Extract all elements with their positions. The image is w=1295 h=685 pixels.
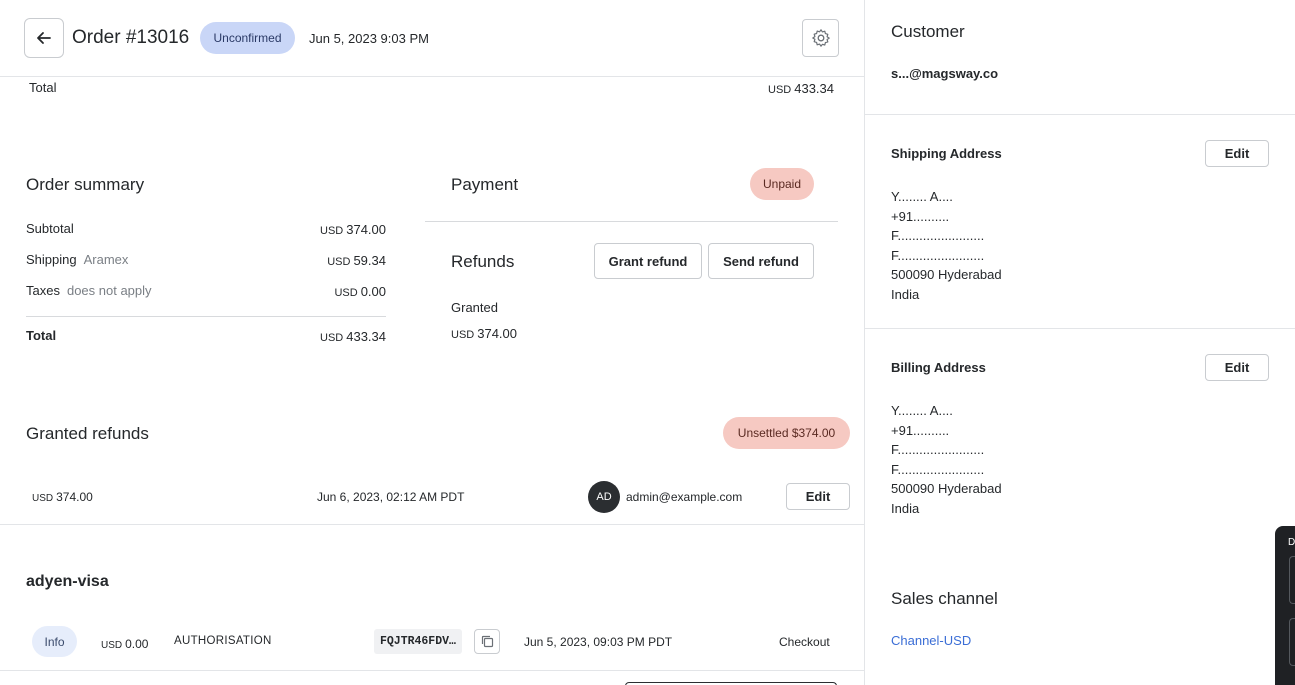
transaction-date: Jun 5, 2023, 09:03 PM PDT xyxy=(524,635,673,649)
address-line: F........................ xyxy=(891,442,985,457)
refunds-title: Refunds xyxy=(451,252,515,271)
address-line: +91.......... xyxy=(891,208,950,224)
gear-icon xyxy=(811,29,830,47)
payment-divider xyxy=(425,221,838,222)
status-badge: Unconfirmed xyxy=(200,22,295,54)
granted-refunds-divider xyxy=(0,524,864,525)
address-line: +91.......... xyxy=(891,422,950,438)
refund-row-amount: USD 374.00 xyxy=(32,490,93,504)
arrow-left-icon xyxy=(37,32,51,44)
refund-row-date: Jun 6, 2023, 02:12 AM PDT xyxy=(317,490,465,504)
transaction-source: Checkout xyxy=(779,635,830,649)
sidebar-separator xyxy=(864,0,865,685)
address-line: 500090 Hyderabad xyxy=(891,481,1002,496)
billing-address-block: Y........ A.... +91.......... F.........… xyxy=(891,401,1002,518)
shipping-address-edit-button[interactable]: Edit xyxy=(1205,140,1269,167)
payment-status-badge: Unpaid xyxy=(750,168,814,200)
order-summary-title: Order summary xyxy=(26,175,145,194)
shipping-value: USD 59.34 xyxy=(327,253,386,268)
customer-divider xyxy=(865,114,1295,115)
transaction-event: AUTHORISATION xyxy=(174,635,272,647)
floating-panel-label: D xyxy=(1288,537,1295,548)
address-line: F........................ xyxy=(891,247,985,263)
customer-title: Customer xyxy=(891,22,965,41)
customer-email: s...@magsway.co xyxy=(891,66,999,81)
unsettled-badge: Unsettled $374.00 xyxy=(723,417,850,449)
top-total-value: USD 433.34 xyxy=(768,81,834,96)
copy-icon xyxy=(481,635,493,648)
refund-row-user: admin@example.com xyxy=(626,490,743,504)
taxes-value: USD 0.00 xyxy=(334,284,386,299)
sales-channel-link[interactable]: Channel-USD xyxy=(891,633,971,648)
granted-value: USD 374.00 xyxy=(451,326,517,341)
avatar: AD xyxy=(588,481,620,513)
summary-total-value: USD 433.34 xyxy=(320,329,386,344)
shipping-label: Shipping Aramex xyxy=(26,252,129,267)
floating-panel-field[interactable] xyxy=(1289,618,1295,666)
subtotal-label: Subtotal xyxy=(26,221,74,236)
granted-refunds-title: Granted refunds xyxy=(26,424,149,443)
transaction-amount: USD 0.00 xyxy=(101,637,149,651)
psp-reference: FQJTR46FDV… xyxy=(374,629,462,654)
taxes-label: Taxes does not apply xyxy=(26,283,152,298)
top-total-label: Total xyxy=(29,80,57,95)
address-line: F........................ xyxy=(891,461,985,477)
copy-button[interactable] xyxy=(474,629,500,654)
sales-channel-title: Sales channel xyxy=(891,589,998,608)
info-badge: Info xyxy=(32,626,77,657)
summary-divider xyxy=(26,316,386,317)
shipping-address-block: Y........ A.... +91.......... F.........… xyxy=(891,187,1002,304)
granted-label: Granted xyxy=(451,300,498,315)
address-line: Y........ A.... xyxy=(891,189,953,204)
floating-panel-field[interactable] xyxy=(1289,556,1295,604)
settings-button[interactable] xyxy=(802,19,839,57)
refund-edit-button[interactable]: Edit xyxy=(786,483,850,510)
billing-address-title: Billing Address xyxy=(891,360,986,375)
shipping-address-title: Shipping Address xyxy=(891,146,1002,161)
subtotal-value: USD 374.00 xyxy=(320,222,386,237)
back-button[interactable] xyxy=(24,18,64,58)
address-line: Y........ A.... xyxy=(891,403,953,418)
address-line: F........................ xyxy=(891,228,985,243)
page-title: Order #13016 xyxy=(72,27,190,48)
address-line: India xyxy=(891,286,920,302)
transaction-divider xyxy=(0,670,864,671)
order-date: Jun 5, 2023 9:03 PM xyxy=(309,31,429,46)
payment-title: Payment xyxy=(451,175,519,194)
shipping-divider xyxy=(865,328,1295,329)
transaction-title: adyen-visa xyxy=(26,573,109,590)
address-line: 500090 Hyderabad xyxy=(891,267,1002,282)
summary-total-label: Total xyxy=(26,328,57,343)
header-divider xyxy=(0,76,864,77)
floating-panel[interactable]: D xyxy=(1275,526,1295,685)
send-refund-button[interactable]: Send refund xyxy=(708,243,814,279)
billing-address-edit-button[interactable]: Edit xyxy=(1205,354,1269,381)
grant-refund-button[interactable]: Grant refund xyxy=(594,243,702,279)
address-line: India xyxy=(891,500,920,516)
